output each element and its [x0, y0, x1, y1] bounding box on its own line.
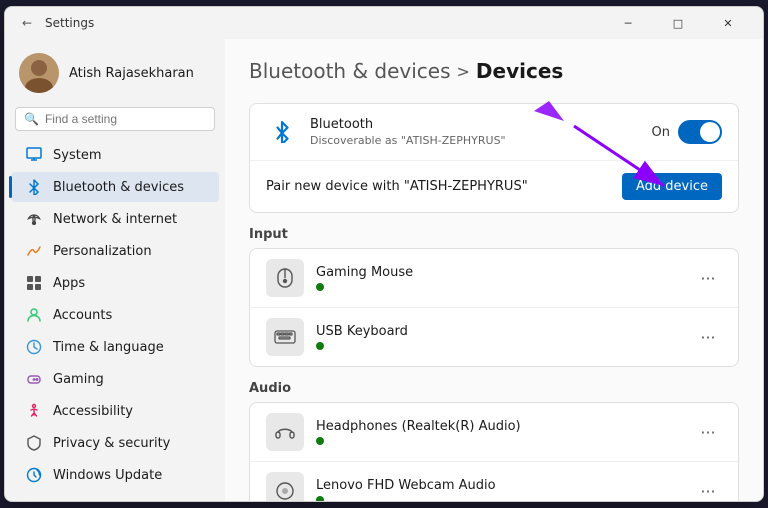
- settings-window: ← Settings ─ □ ✕ Atish Rajasekharan: [4, 6, 764, 502]
- gaming-mouse-row: Gaming Mouse ···: [250, 249, 738, 308]
- sidebar-item-accounts[interactable]: Accounts: [11, 300, 219, 330]
- sidebar-label-accounts: Accounts: [53, 308, 112, 323]
- bluetooth-card: Bluetooth Discoverable as "ATISH-ZEPHYRU…: [249, 103, 739, 213]
- search-icon: 🔍: [24, 112, 39, 126]
- webcam-audio-more-button[interactable]: ···: [694, 477, 722, 501]
- main-layout: Atish Rajasekharan 🔍 System Bluetooth & …: [5, 39, 763, 501]
- bluetooth-icon: [25, 178, 43, 196]
- headphones-info: Headphones (Realtek(R) Audio): [316, 419, 682, 445]
- personalization-icon: [25, 242, 43, 260]
- user-profile: Atish Rajasekharan: [5, 43, 225, 107]
- headphones-name: Headphones (Realtek(R) Audio): [316, 419, 682, 434]
- gaming-mouse-info: Gaming Mouse: [316, 265, 682, 291]
- system-icon: [25, 146, 43, 164]
- sidebar-item-privacy[interactable]: Privacy & security: [11, 428, 219, 458]
- breadcrumb-current: Devices: [476, 59, 563, 83]
- titlebar-left: ← Settings: [17, 13, 94, 33]
- gaming-icon: [25, 370, 43, 388]
- webcam-audio-icon-box: [266, 472, 304, 501]
- sidebar-label-bluetooth: Bluetooth & devices: [53, 180, 184, 195]
- sidebar-item-network[interactable]: Network & internet: [11, 204, 219, 234]
- sidebar-item-personalization[interactable]: Personalization: [11, 236, 219, 266]
- update-icon: [25, 466, 43, 484]
- sidebar: Atish Rajasekharan 🔍 System Bluetooth & …: [5, 39, 225, 501]
- back-button[interactable]: ←: [17, 13, 37, 33]
- input-section-label: Input: [249, 227, 739, 242]
- usb-keyboard-name: USB Keyboard: [316, 324, 682, 339]
- bluetooth-subtitle: Discoverable as "ATISH-ZEPHYRUS": [310, 134, 640, 147]
- avatar: [19, 53, 59, 93]
- accounts-icon: [25, 306, 43, 324]
- toggle-knob: [700, 122, 720, 142]
- sidebar-label-accessibility: Accessibility: [53, 404, 133, 419]
- gaming-mouse-icon-box: [266, 259, 304, 297]
- input-card: Gaming Mouse ··· USB Keyboard ···: [249, 248, 739, 367]
- gaming-mouse-more-button[interactable]: ···: [694, 264, 722, 292]
- headphones-row: Headphones (Realtek(R) Audio) ···: [250, 403, 738, 462]
- time-icon: [25, 338, 43, 356]
- sidebar-label-update: Windows Update: [53, 468, 162, 483]
- window-controls: ─ □ ✕: [605, 7, 751, 39]
- usb-keyboard-icon-box: [266, 318, 304, 356]
- bluetooth-toggle-area: On: [652, 120, 722, 144]
- bluetooth-toggle[interactable]: [678, 120, 722, 144]
- sidebar-item-system[interactable]: System: [11, 140, 219, 170]
- content-area: Bluetooth & devices > Devices Bluetooth …: [225, 39, 763, 501]
- sidebar-label-personalization: Personalization: [53, 244, 152, 259]
- gaming-mouse-status-dot: [316, 283, 324, 291]
- sidebar-item-bluetooth[interactable]: Bluetooth & devices: [11, 172, 219, 202]
- gaming-mouse-name: Gaming Mouse: [316, 265, 682, 280]
- sidebar-label-privacy: Privacy & security: [53, 436, 170, 451]
- audio-card: Headphones (Realtek(R) Audio) ··· Lenovo…: [249, 402, 739, 501]
- headphones-icon-box: [266, 413, 304, 451]
- sidebar-label-apps: Apps: [53, 276, 85, 291]
- webcam-audio-row: Lenovo FHD Webcam Audio ···: [250, 462, 738, 501]
- webcam-audio-name: Lenovo FHD Webcam Audio: [316, 478, 682, 493]
- breadcrumb-separator: >: [457, 62, 470, 81]
- accessibility-icon: [25, 402, 43, 420]
- sidebar-label-time: Time & language: [53, 340, 164, 355]
- add-device-action: Add device: [622, 173, 722, 200]
- window-title: Settings: [45, 16, 94, 30]
- bluetooth-row: Bluetooth Discoverable as "ATISH-ZEPHYRU…: [250, 104, 738, 161]
- bluetooth-name: Bluetooth: [310, 117, 640, 132]
- webcam-audio-info: Lenovo FHD Webcam Audio: [316, 478, 682, 501]
- headphones-more-button[interactable]: ···: [694, 418, 722, 446]
- sidebar-item-update[interactable]: Windows Update: [11, 460, 219, 490]
- bluetooth-status: On: [652, 125, 670, 140]
- pair-label: Pair new device with "ATISH-ZEPHYRUS": [266, 179, 610, 194]
- bluetooth-card-icon: [266, 116, 298, 148]
- search-input[interactable]: [45, 112, 206, 126]
- bluetooth-info: Bluetooth Discoverable as "ATISH-ZEPHYRU…: [310, 117, 640, 147]
- close-button[interactable]: ✕: [705, 7, 751, 39]
- maximize-button[interactable]: □: [655, 7, 701, 39]
- breadcrumb-parent: Bluetooth & devices: [249, 59, 451, 83]
- usb-keyboard-info: USB Keyboard: [316, 324, 682, 350]
- usb-keyboard-status-dot: [316, 342, 324, 350]
- headphones-status-dot: [316, 437, 324, 445]
- audio-section-label: Audio: [249, 381, 739, 396]
- usb-keyboard-row: USB Keyboard ···: [250, 308, 738, 366]
- pair-text: Pair new device with "ATISH-ZEPHYRUS": [266, 179, 610, 194]
- sidebar-item-time[interactable]: Time & language: [11, 332, 219, 362]
- network-icon: [25, 210, 43, 228]
- apps-icon: [25, 274, 43, 292]
- add-device-button[interactable]: Add device: [622, 173, 722, 200]
- sidebar-item-apps[interactable]: Apps: [11, 268, 219, 298]
- user-name: Atish Rajasekharan: [69, 66, 194, 81]
- sidebar-item-gaming[interactable]: Gaming: [11, 364, 219, 394]
- minimize-button[interactable]: ─: [605, 7, 651, 39]
- pair-row: Pair new device with "ATISH-ZEPHYRUS" Ad…: [250, 161, 738, 212]
- sidebar-label-system: System: [53, 148, 101, 163]
- breadcrumb: Bluetooth & devices > Devices: [249, 59, 739, 83]
- sidebar-item-accessibility[interactable]: Accessibility: [11, 396, 219, 426]
- search-box[interactable]: 🔍: [15, 107, 215, 131]
- privacy-icon: [25, 434, 43, 452]
- usb-keyboard-more-button[interactable]: ···: [694, 323, 722, 351]
- webcam-audio-status-dot: [316, 496, 324, 501]
- sidebar-label-gaming: Gaming: [53, 372, 104, 387]
- titlebar: ← Settings ─ □ ✕: [5, 7, 763, 39]
- sidebar-label-network: Network & internet: [53, 212, 177, 227]
